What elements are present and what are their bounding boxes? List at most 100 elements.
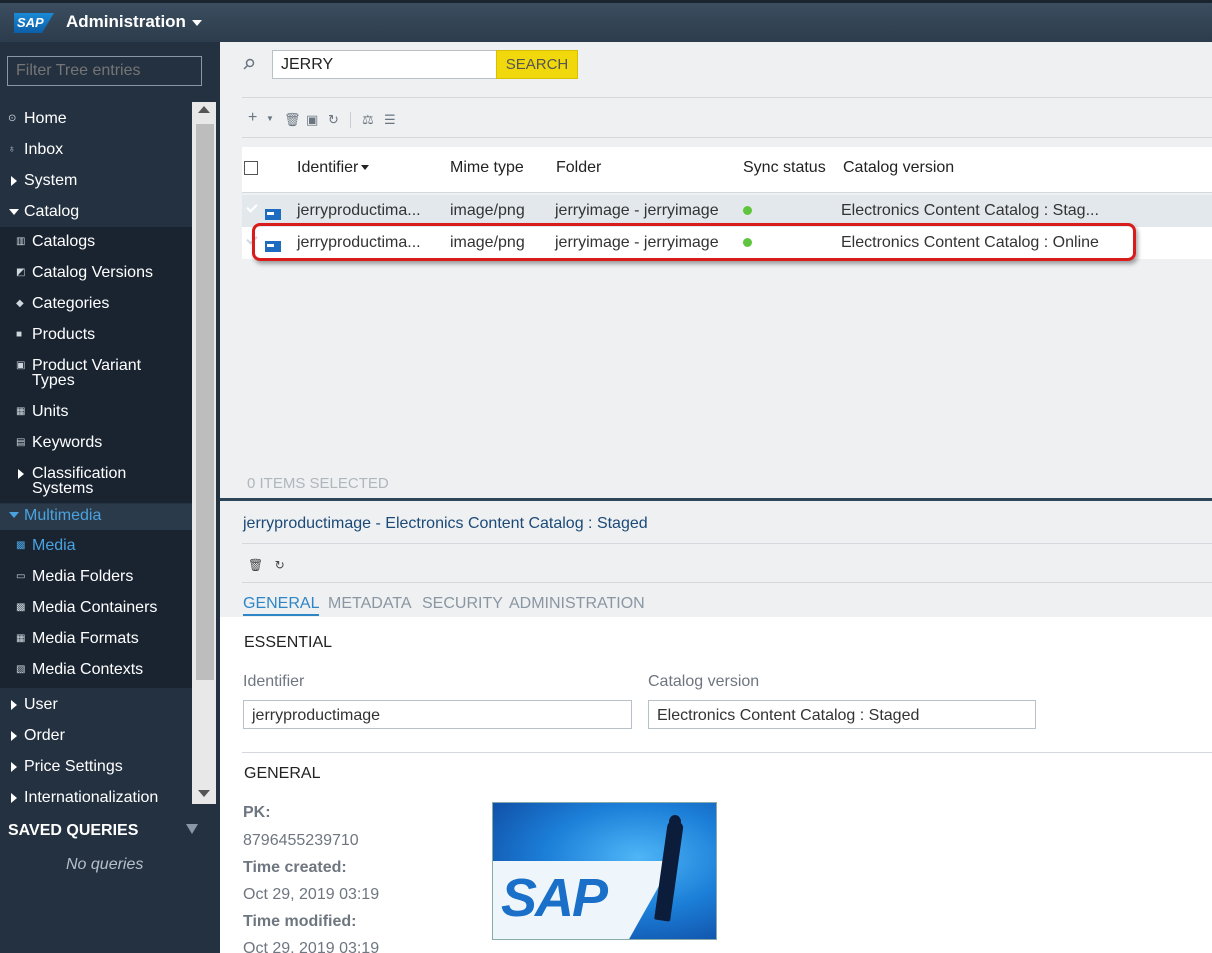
- filter-tree-input[interactable]: [7, 56, 202, 86]
- tree-item-media[interactable]: ▩ Media: [0, 535, 192, 561]
- results-grid: Identifier Mime type Folder Sync status …: [242, 147, 1212, 477]
- identifier-label: Identifier: [243, 673, 305, 690]
- tree-item-media-formats[interactable]: ▦ Media Formats: [0, 628, 192, 654]
- catalog-version-field[interactable]: Electronics Content Catalog : Staged: [648, 700, 1036, 729]
- tree-item-inbox[interactable]: ♁ Inbox: [0, 139, 192, 165]
- delete-icon[interactable]: 🗑: [248, 558, 263, 572]
- tree-item-categories[interactable]: ◆ Categories: [0, 293, 192, 319]
- media-containers-icon: ▩: [16, 602, 26, 613]
- pk-label: PK:: [243, 804, 271, 821]
- row-check-icon[interactable]: [246, 201, 258, 213]
- identifier-field[interactable]: jerryproductimage: [243, 700, 632, 729]
- tree-item-catalogs[interactable]: ▥ Catalogs: [0, 231, 192, 257]
- refresh-icon[interactable]: ↻: [328, 112, 339, 128]
- tree-scrollbar-thumb[interactable]: [196, 124, 214, 680]
- tree-item-keywords[interactable]: ▤ Keywords: [0, 432, 192, 458]
- tab-administration[interactable]: ADMINISTRATION: [509, 595, 645, 613]
- checklist-icon[interactable]: ☰: [384, 112, 396, 128]
- tree-item-system[interactable]: System: [0, 170, 192, 196]
- refresh-icon[interactable]: ↻: [275, 558, 285, 572]
- items-selected-count: 0 ITEMS SELECTED: [247, 475, 389, 492]
- tree-item-user[interactable]: User: [0, 694, 192, 720]
- divider: [242, 137, 1212, 138]
- editor-header: jerryproductimage - Electronics Content …: [220, 501, 1212, 617]
- tree-item-label: Inbox: [24, 141, 64, 158]
- divider: [242, 543, 1212, 544]
- tree-item-label: Catalogs: [32, 233, 96, 250]
- image-thumbnail-icon: [265, 209, 281, 220]
- select-all-checkbox[interactable]: [244, 161, 258, 175]
- media-preview-image[interactable]: SAP: [492, 802, 717, 940]
- tree-item-label: Classification Systems: [32, 465, 127, 497]
- units-icon: ▦: [16, 406, 26, 417]
- tree-item-catalog-versions[interactable]: ◩ Catalog Versions: [0, 262, 192, 288]
- variant-types-icon: ▣: [16, 360, 26, 371]
- tree-item-home[interactable]: ⊙ Home: [0, 108, 192, 134]
- tree-item-media-containers[interactable]: ▩ Media Containers: [0, 597, 192, 623]
- tree-item-label: Product Variant Types: [32, 357, 142, 389]
- tree-item-classification-systems[interactable]: Classification Systems: [0, 463, 192, 503]
- column-header-sync-status[interactable]: Sync status: [743, 159, 826, 177]
- scroll-up-arrow-icon[interactable]: [198, 106, 210, 113]
- keywords-icon: ▤: [16, 437, 26, 448]
- tab-general[interactable]: GENERAL: [243, 595, 320, 616]
- filter-funnel-icon[interactable]: [186, 824, 198, 834]
- expand-arrow-icon: [11, 700, 17, 710]
- tree-item-catalog[interactable]: Catalog: [0, 201, 192, 227]
- tab-metadata[interactable]: METADATA: [328, 595, 412, 613]
- catalog-children: ▥ Catalogs ◩ Catalog Versions ◆ Categori…: [0, 227, 192, 503]
- compare-icon[interactable]: ⚖: [362, 112, 374, 128]
- tree-item-label: Media Folders: [32, 568, 134, 585]
- inbox-icon: ♁: [8, 144, 16, 155]
- tree-item-products[interactable]: ■ Products: [0, 324, 192, 350]
- tab-security[interactable]: SECURITY: [422, 595, 503, 613]
- cell-identifier: jerryproductima...: [297, 202, 421, 219]
- tree-item-label: Categories: [32, 295, 110, 312]
- expand-arrow-icon: [11, 762, 17, 772]
- catalog-versions-icon: ◩: [16, 267, 26, 278]
- add-icon[interactable]: +: [248, 109, 257, 127]
- search-button[interactable]: SEARCH: [496, 50, 578, 79]
- navigation-tree: ⊙ Home ♁ Inbox System Catalog ▥ Catalogs…: [0, 102, 192, 807]
- advanced-search-icon[interactable]: [243, 58, 255, 70]
- expand-arrow-icon: [11, 731, 17, 741]
- cell-mime-type: image/png: [450, 202, 525, 219]
- tree-item-media-contexts[interactable]: ▧ Media Contexts: [0, 659, 192, 685]
- tree-item-internationalization[interactable]: Internationalization: [0, 787, 192, 807]
- catalog-version-label: Catalog version: [648, 673, 760, 690]
- editor-title: jerryproductimage - Electronics Content …: [243, 515, 648, 532]
- expand-arrow-icon: [11, 793, 17, 803]
- sap-logo: SAP: [14, 13, 54, 33]
- section-general: GENERAL: [244, 765, 321, 782]
- app-title-menu[interactable]: Administration: [66, 12, 202, 32]
- tree-item-multimedia[interactable]: Multimedia: [0, 504, 192, 530]
- column-header-identifier[interactable]: Identifier: [297, 159, 370, 177]
- products-icon: ■: [16, 329, 23, 340]
- highlight-annotation: [252, 223, 1136, 261]
- tree-item-label: Media Formats: [32, 630, 139, 647]
- time-created-value: Oct 29, 2019 03:19: [243, 886, 380, 903]
- tree-item-order[interactable]: Order: [0, 725, 192, 751]
- column-header-mime-type[interactable]: Mime type: [450, 159, 524, 177]
- tree-item-media-folders[interactable]: ▭ Media Folders: [0, 566, 192, 592]
- tree-item-label: System: [24, 172, 78, 189]
- main-panel: SEARCH + ▼ 🗑 ▣ ↻ ⚖ ☰ Identifier Mime typ…: [220, 42, 1212, 953]
- column-header-folder[interactable]: Folder: [556, 159, 601, 177]
- multimedia-children: ▩ Media ▭ Media Folders ▩ Media Containe…: [0, 530, 192, 688]
- search-input[interactable]: [272, 50, 498, 79]
- chevron-down-icon[interactable]: ▼: [266, 114, 274, 123]
- tree-item-product-variant-types[interactable]: ▣ Product Variant Types: [0, 355, 192, 397]
- tree-item-units[interactable]: ▦ Units: [0, 401, 192, 427]
- app-title-label: Administration: [66, 12, 186, 31]
- tree-item-label: Units: [32, 403, 69, 420]
- top-bar: SAP Administration: [0, 0, 1212, 42]
- categories-icon: ◆: [16, 298, 24, 309]
- column-header-catalog-version[interactable]: Catalog version: [843, 159, 954, 177]
- tree-item-price-settings[interactable]: Price Settings: [0, 756, 192, 782]
- tree-item-label: Internationalization: [24, 789, 159, 806]
- save-icon[interactable]: ▣: [306, 112, 318, 128]
- home-icon: ⊙: [8, 113, 17, 124]
- scroll-down-arrow-icon[interactable]: [198, 790, 210, 797]
- cell-catalog-version: Electronics Content Catalog : Stag...: [841, 202, 1099, 219]
- delete-icon[interactable]: 🗑: [284, 112, 301, 128]
